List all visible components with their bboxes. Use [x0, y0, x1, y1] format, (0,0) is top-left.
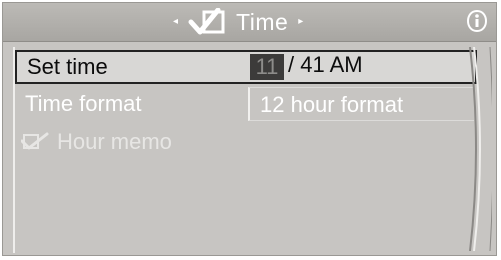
display-screen: ◂ Time ▸ Set time 11 / 41 AM Time format: [2, 2, 497, 256]
menu-list: Set time 11 / 41 AM Time format 12 hour …: [13, 47, 477, 253]
title-group: ◂ Time ▸: [173, 8, 303, 36]
hour-field[interactable]: 11: [250, 54, 284, 80]
next-arrow-icon[interactable]: ▸: [298, 17, 303, 27]
time-format-value[interactable]: 12 hour format: [248, 87, 474, 121]
page-title: Time: [236, 8, 289, 35]
time-format-text: 12 hour format: [260, 92, 404, 117]
clock-check-icon: [188, 8, 225, 35]
set-time-label: Set time: [27, 54, 108, 79]
time-format-label: Time format: [25, 91, 142, 116]
info-icon[interactable]: [466, 10, 488, 32]
menu-item-set-time[interactable]: Set time 11 / 41 AM: [15, 50, 477, 84]
header-bar: ◂ Time ▸: [3, 3, 496, 42]
time-value[interactable]: 11 / 41 AM: [250, 50, 476, 84]
checkbox-check-icon: [21, 132, 49, 150]
scrollbar[interactable]: [468, 47, 492, 251]
prev-arrow-icon[interactable]: ◂: [173, 17, 178, 27]
menu-item-time-format[interactable]: Time format 12 hour format: [15, 87, 477, 121]
minute-ampm-field[interactable]: / 41 AM: [288, 52, 363, 78]
hour-memo-label: Hour memo: [57, 129, 172, 154]
menu-item-hour-memo: Hour memo: [21, 127, 172, 157]
